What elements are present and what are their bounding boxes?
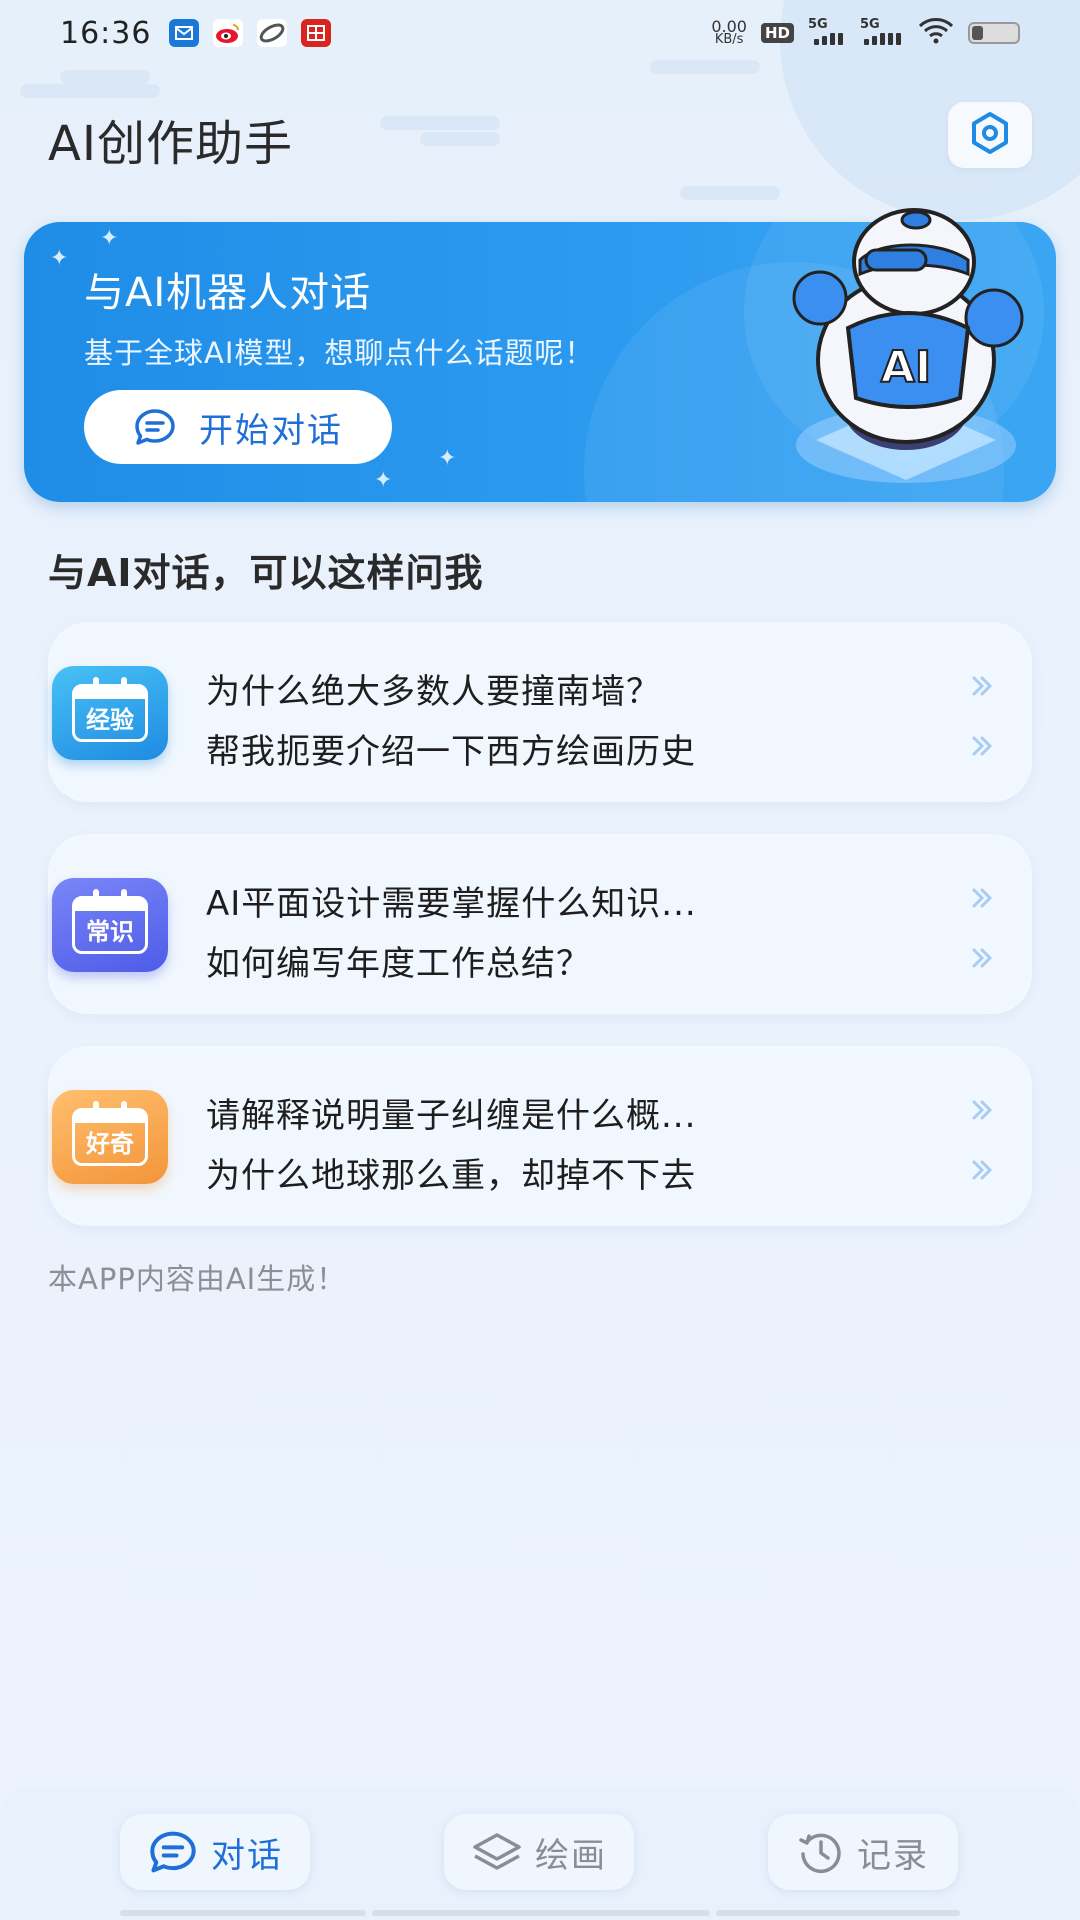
citic-bank-icon [301,19,332,47]
chevron-right-icon[interactable] [962,666,1002,706]
question-card-knowledge: 常识 AI平面设计需要掌握什么知识... 如何编写年度工作总结？ [48,834,1032,1014]
badge-label: 好奇 [86,1130,134,1158]
question-card-experience: 经验 为什么绝大多数人要撞南墙？ 帮我扼要介绍一下西方绘画历史 [48,622,1032,802]
chevron-right-icon[interactable] [962,878,1002,918]
sparkle-icon: ✦ [50,246,69,271]
robot-illustration: AI [792,208,1024,483]
question-item[interactable]: 为什么绝大多数人要撞南墙？ [206,664,661,713]
nav-underline [716,1910,960,1916]
section-title: 与AI对话，可以这样问我 [48,551,484,595]
question-item[interactable]: 为什么地球那么重，却掉不下去 [206,1148,696,1197]
start-chat-label: 开始对话 [199,410,343,451]
robot-label: AI [881,342,931,393]
nav-underline [372,1910,710,1916]
status-bar: 16:36 0.00 KB/s HD 5G 5G [0,0,1080,66]
history-icon [797,1828,845,1876]
question-item[interactable]: 请解释说明量子纠缠是什么概... [206,1088,696,1137]
question-item[interactable]: AI平面设计需要掌握什么知识... [206,876,697,925]
badge-label: 经验 [86,706,134,734]
banner-subtitle: 基于全球AI模型，想聊点什么话题呢！ [84,336,595,370]
battery-icon [968,22,1020,44]
tab-label: 对话 [211,1835,283,1876]
bottom-navigation: 对话 绘画 记录 [0,1786,1080,1920]
banner-title: 与AI机器人对话 [84,270,372,316]
chat-bubble-icon [133,407,177,447]
chat-icon [147,1829,199,1875]
settings-hexagon-icon [967,110,1013,160]
sim1-label: 5G [808,17,828,32]
notification-icons [169,19,332,47]
calendar-icon: 好奇 [72,1101,148,1166]
settings-button[interactable] [948,102,1032,168]
layers-icon [471,1829,523,1875]
page-title: AI创作助手 [48,116,293,172]
question-item[interactable]: 如何编写年度工作总结？ [206,936,591,985]
sparkle-icon: ✦ [100,226,119,251]
calendar-icon: 经验 [72,677,148,742]
status-time: 16:36 [60,15,152,51]
chevron-right-icon[interactable] [962,1090,1002,1130]
sparkle-icon: ✦ [374,468,393,493]
badge-label: 常识 [86,918,134,946]
ai-disclaimer: 本APP内容由AI生成！ [48,1262,347,1296]
chevron-right-icon[interactable] [962,726,1002,766]
start-chat-button[interactable]: 开始对话 [84,390,392,464]
badge-knowledge: 常识 [52,878,168,972]
nav-underline [120,1910,366,1916]
sparkle-icon: ✦ [438,446,457,471]
wifi-icon [918,18,954,48]
signal-sim1-icon: 5G [808,17,846,45]
tab-chat[interactable]: 对话 [120,1814,310,1890]
badge-experience: 经验 [52,666,168,760]
tab-label: 记录 [857,1835,929,1876]
email-app-icon [169,19,200,47]
tab-label: 绘画 [535,1835,607,1876]
question-card-curiosity: 好奇 请解释说明量子纠缠是什么概... 为什么地球那么重，却掉不下去 [48,1046,1032,1226]
chevron-right-icon[interactable] [962,938,1002,978]
question-item[interactable]: 帮我扼要介绍一下西方绘画历史 [206,724,696,773]
chevron-right-icon[interactable] [962,1150,1002,1190]
badge-curiosity: 好奇 [52,1090,168,1184]
sim2-label: 5G [860,17,880,32]
tab-history[interactable]: 记录 [768,1814,958,1890]
network-speed-unit: KB/s [714,32,744,47]
network-speed: 0.00 KB/s [711,19,747,47]
signal-sim2-icon: 5G [860,17,904,45]
hd-badge: HD [760,23,794,43]
tab-drawing[interactable]: 绘画 [444,1814,634,1890]
orbit-app-icon [257,19,288,47]
weibo-icon [213,19,244,47]
calendar-icon: 常识 [72,889,148,954]
